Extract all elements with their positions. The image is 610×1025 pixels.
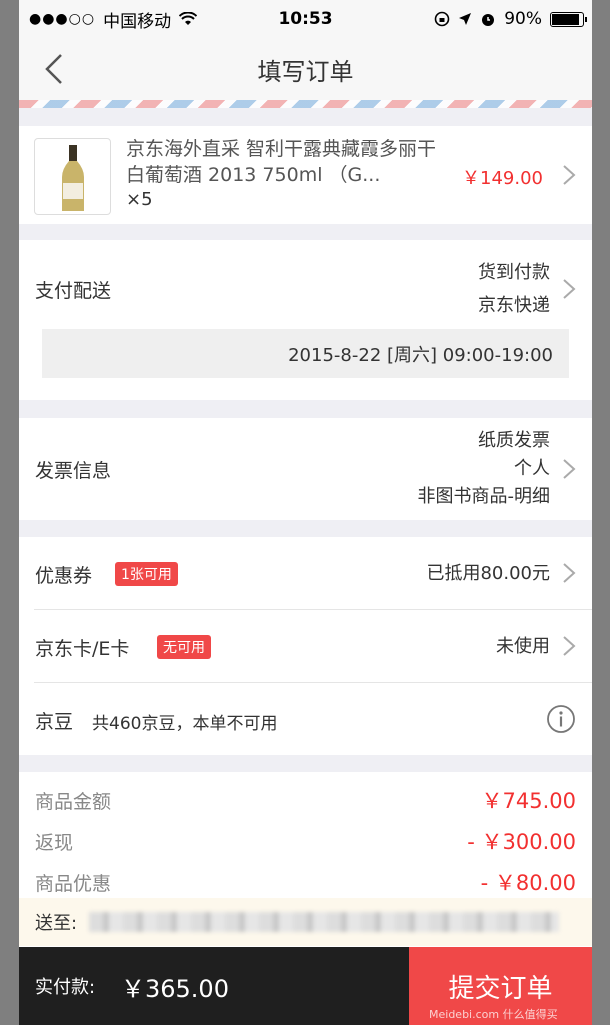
chevron-right-icon — [563, 279, 576, 299]
watermark: Meidebi.com 什么值得买 — [429, 1008, 558, 1021]
nav-bar: 填写订单 — [19, 38, 592, 100]
jingdou-label: 京豆 — [35, 711, 74, 733]
product-title: 京东海外直采 智利干露典藏霞多丽干白葡萄酒 2013 750ml （G... — [126, 138, 437, 186]
jdcard-value: 未使用 — [496, 636, 550, 657]
divider — [34, 682, 592, 683]
product-image — [34, 138, 111, 215]
pay-label: 实付款: — [35, 977, 96, 998]
payment-method: 货到付款 — [478, 262, 550, 283]
discount-label: 商品优惠 — [35, 873, 112, 895]
alarm-icon — [482, 14, 495, 26]
invoice-title: 个人 — [514, 458, 550, 479]
cashback-label: 返现 — [35, 832, 74, 854]
cashback-value: - ￥300.00 — [467, 830, 576, 854]
chevron-right-icon — [563, 165, 576, 185]
phone-screen: ●●●○○ 中国移动 10:53 90% 填写订单 京东海外直采 智利干露典藏霞… — [19, 0, 592, 1025]
goods-amount-label: 商品金额 — [35, 791, 112, 813]
chevron-right-icon — [563, 563, 576, 583]
delivery-slot: 2015-8-22 [周六] 09:00-19:00 — [42, 329, 569, 378]
divider — [34, 609, 592, 610]
info-icon[interactable] — [546, 704, 576, 734]
invoice-content: 非图书商品-明细 — [417, 486, 551, 507]
coupon-label: 优惠券 — [35, 565, 93, 587]
product-row[interactable]: 京东海外直采 智利干露典藏霞多丽干白葡萄酒 2013 750ml （G... ×… — [19, 126, 592, 224]
product-price: ￥149.00 — [462, 168, 543, 189]
discounts-section: 优惠券 1张可用 已抵用80.00元 京东卡/E卡 无可用 未使用 京豆 共46… — [19, 537, 592, 755]
background-right — [592, 0, 610, 1025]
battery-icon — [550, 11, 587, 27]
wine-bottle-icon — [62, 145, 84, 211]
location-icon — [459, 13, 472, 25]
address-label: 送至: — [35, 913, 78, 934]
product-quantity: ×5 — [126, 189, 153, 210]
battery-percent: 90% — [504, 9, 542, 29]
chevron-right-icon — [563, 636, 576, 656]
coupon-badge: 1张可用 — [115, 562, 178, 586]
payment-label: 支付配送 — [35, 280, 112, 302]
chevron-right-icon — [563, 459, 576, 479]
courier: 京东快递 — [478, 295, 550, 316]
rotation-lock-icon — [434, 11, 450, 27]
goods-amount-value: ￥745.00 — [481, 789, 576, 813]
jdcard-badge: 无可用 — [157, 635, 211, 659]
status-bar: ●●●○○ 中国移动 10:53 90% — [19, 0, 592, 38]
invoice-label: 发票信息 — [35, 460, 112, 482]
payment-delivery-row[interactable]: 支付配送 货到付款 京东快递 2015-8-22 [周六] 09:00-19:0… — [19, 240, 592, 400]
pay-total: ￥365.00 — [121, 975, 229, 1003]
invoice-type: 纸质发票 — [478, 430, 550, 451]
invoice-row[interactable]: 发票信息 纸质发票 个人 非图书商品-明细 — [19, 418, 592, 520]
jdcard-label: 京东卡/E卡 — [35, 638, 130, 660]
page-title: 填写订单 — [257, 57, 354, 86]
coupon-value: 已抵用80.00元 — [426, 563, 550, 584]
back-chevron-icon[interactable] — [39, 52, 69, 86]
shipping-address-bar[interactable]: 送至: — [19, 898, 592, 946]
airmail-stripe — [19, 100, 592, 108]
discount-value: - ￥80.00 — [480, 871, 576, 895]
jingdou-desc: 共460京豆，本单不可用 — [92, 714, 278, 734]
address-text-blurred — [89, 912, 559, 932]
background-left — [0, 0, 19, 1025]
